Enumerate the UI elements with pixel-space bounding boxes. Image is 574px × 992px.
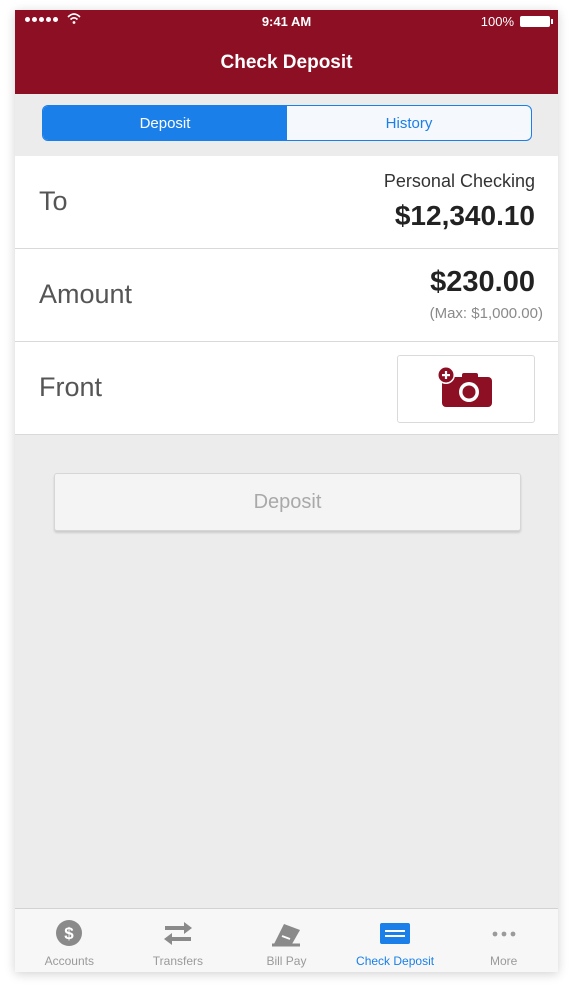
add-camera-icon [436, 365, 496, 414]
account-name: Personal Checking [383, 171, 535, 191]
amount-label: Amount [39, 279, 133, 309]
transfer-arrows-icon [160, 918, 196, 948]
tab-label: Transfers [152, 954, 203, 968]
tab-transfers[interactable]: Transfers [124, 909, 233, 972]
front-row: Front [15, 342, 558, 435]
status-bar: 9:41 AM 100% [15, 10, 558, 34]
tab-bill-pay[interactable]: Bill Pay [232, 909, 341, 972]
top-bar: 9:41 AM 100% Check Deposit [15, 10, 558, 94]
page-title: Check Deposit [220, 52, 353, 73]
tab-label: Bill Pay [266, 954, 307, 968]
tab-bar: $ Accounts Transfers Bill Pay Check Depo… [15, 908, 558, 972]
tab-accounts[interactable]: $ Accounts [15, 909, 124, 972]
check-deposit-icon [377, 918, 413, 948]
battery-icon [520, 16, 553, 27]
more-dots-icon [486, 918, 522, 948]
battery-percent: 100% [480, 14, 514, 29]
amount-row[interactable]: Amount $230.00 (Max: $1,000.00) [15, 249, 558, 342]
dollar-circle-icon: $ [51, 918, 87, 948]
tab-label: Accounts [44, 954, 94, 968]
tab-label: Check Deposit [356, 954, 435, 968]
deposit-button[interactable]: Deposit [54, 473, 521, 531]
status-time: 9:41 AM [261, 14, 312, 29]
phone-screen: 9:41 AM 100% Check Deposit Deposit Histo… [15, 10, 558, 972]
to-account-row[interactable]: To Personal Checking $12,340.10 [15, 156, 558, 249]
segmented-control: Deposit History [42, 105, 532, 141]
tab-more[interactable]: More [449, 909, 558, 972]
tab-deposit[interactable]: Deposit [43, 106, 287, 140]
front-label: Front [39, 372, 103, 402]
amount-value: $230.00 [430, 266, 535, 298]
tab-check-deposit[interactable]: Check Deposit [341, 909, 450, 972]
bill-pay-icon [268, 918, 304, 948]
to-label: To [39, 186, 68, 216]
amount-max: (Max: $1,000.00) [429, 305, 543, 322]
segment-area: Deposit History [15, 94, 558, 156]
account-balance: $12,340.10 [394, 200, 535, 231]
svg-text:$: $ [65, 924, 75, 943]
tab-label: More [490, 954, 518, 968]
capture-front-button[interactable] [397, 355, 535, 423]
tab-history[interactable]: History [287, 106, 531, 140]
